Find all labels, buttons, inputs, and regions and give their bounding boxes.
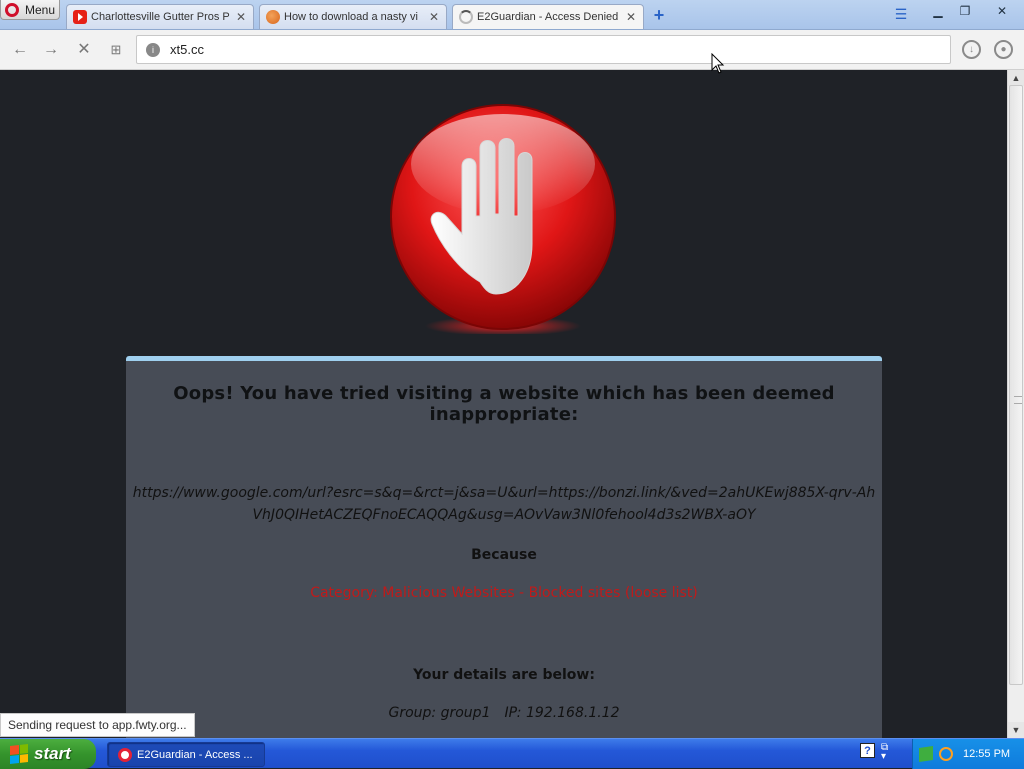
taskbar-opera-button[interactable]: E2Guardian - Access ... (107, 742, 265, 767)
scroll-up-icon[interactable]: ▲ (1008, 70, 1024, 86)
menu-label: Menu (25, 2, 56, 17)
search-icon[interactable] (939, 747, 953, 761)
forward-arrow-icon[interactable]: → (41, 40, 61, 60)
close-icon[interactable]: ✕ (426, 10, 442, 24)
opera-menu-button[interactable]: Menu (0, 0, 60, 20)
tab-strip: Menu Charlottesville Gutter Pros P ✕ How… (0, 0, 1024, 30)
ip-value: IP: 192.168.1.12 (504, 705, 620, 721)
access-denied-panel: Oops! You have tried visiting a website … (126, 356, 882, 738)
quick-icons: ? ⧉ ▾ (860, 743, 888, 762)
tab-e2guardian[interactable]: E2Guardian - Access Denied ✕ (452, 4, 644, 29)
stop-hand-icon (390, 104, 616, 334)
tab-title: Charlottesville Gutter Pros P (91, 11, 230, 23)
site-info-icon[interactable]: i (146, 42, 160, 57)
opera-icon (118, 747, 132, 762)
group-value: Group: group1 (388, 705, 491, 721)
new-tab-button[interactable]: + (650, 6, 668, 24)
account-icon[interactable]: ● (994, 40, 1013, 59)
youtube-icon (73, 10, 87, 24)
start-button[interactable]: start (0, 739, 96, 769)
download-icon[interactable]: ↓ (962, 40, 981, 59)
clock: 12:55 PM (963, 748, 1011, 760)
minimize-button[interactable]: ▁ (926, 2, 950, 20)
loading-spinner-icon (459, 10, 473, 24)
tab-charlottesville[interactable]: Charlottesville Gutter Pros P ✕ (66, 4, 254, 29)
back-arrow-icon[interactable]: ← (10, 40, 30, 60)
blocked-url: https://www.google.com/url?esrc=s&q=&rct… (132, 485, 876, 523)
close-window-button[interactable]: ✕ (987, 2, 1017, 20)
stop-loading-icon[interactable]: ✕ (74, 40, 94, 60)
close-icon[interactable]: ✕ (233, 10, 249, 24)
windows-logo-icon (10, 744, 28, 764)
user-details: Group: group1 IP: 192.168.1.12 (126, 705, 882, 721)
scroll-down-icon[interactable]: ▼ (1008, 722, 1024, 738)
mouse-cursor-icon (711, 53, 725, 74)
because-label: Because (471, 547, 537, 563)
vertical-scrollbar[interactable]: ▲ ▼ (1007, 70, 1024, 738)
start-label: start (34, 744, 71, 763)
address-input[interactable] (170, 42, 870, 57)
tab-title: E2Guardian - Access Denied (477, 11, 619, 23)
expand-tray-icon[interactable]: ⧉ ▾ (881, 743, 888, 762)
task-title: E2Guardian - Access ... (137, 748, 253, 761)
details-label: Your details are below: (413, 667, 595, 683)
system-tray: 12:55 PM (912, 739, 1024, 769)
help-icon[interactable]: ? (860, 743, 875, 758)
page-content: Oops! You have tried visiting a website … (0, 70, 1007, 738)
address-bar[interactable]: i (136, 35, 951, 64)
taskbar: start E2Guardian - Access ... ? ⧉ ▾ 12:55… (0, 738, 1024, 769)
speed-dial-grid-icon[interactable]: ⊞ (106, 40, 126, 60)
status-bar: Sending request to app.fwty.org... (0, 713, 195, 737)
tab-menu-icon[interactable]: ☰ (892, 6, 910, 22)
opera-logo-icon (5, 2, 19, 17)
network-icon[interactable] (919, 746, 933, 762)
toolbar: ← → ✕ ⊞ i ↓ ● (0, 30, 1024, 70)
headline: Oops! You have tried visiting a website … (173, 383, 835, 425)
close-icon[interactable]: ✕ (623, 10, 639, 24)
restore-button[interactable]: ❐ (953, 2, 977, 20)
scroll-thumb[interactable] (1009, 85, 1023, 685)
tab-title: How to download a nasty vi (284, 11, 418, 23)
hub-icon (266, 10, 280, 24)
tab-how-to-download[interactable]: How to download a nasty vi ✕ (259, 4, 447, 29)
block-reason: Category: Malicious Websites - Blocked s… (310, 585, 698, 601)
